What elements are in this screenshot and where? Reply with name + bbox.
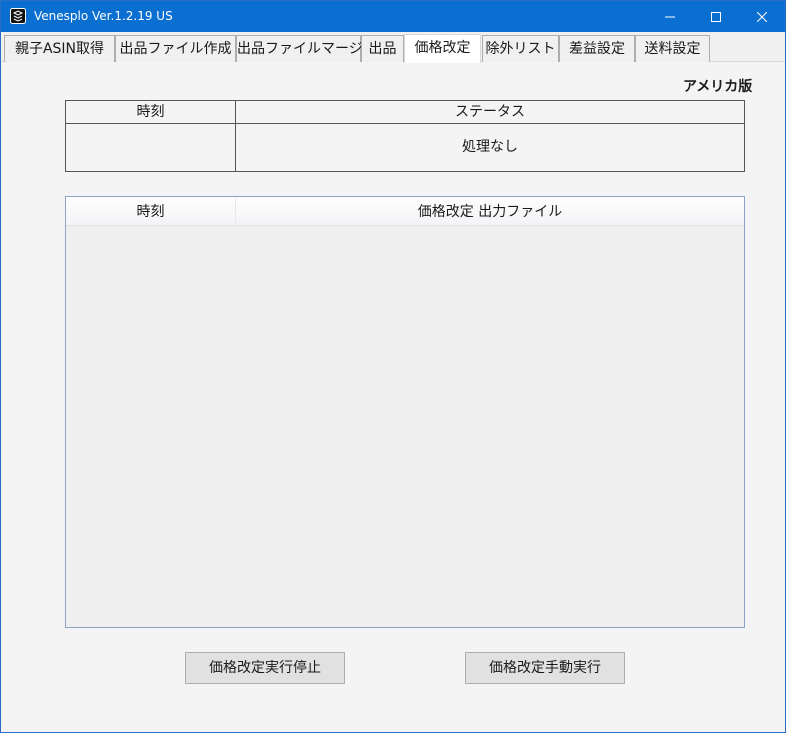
tab-listing-file-create[interactable]: 出品ファイル作成 xyxy=(115,35,236,62)
manual-price-revision-button[interactable]: 価格改定手動実行 xyxy=(465,652,625,684)
tab-parent-asin[interactable]: 親子ASIN取得 xyxy=(4,35,115,62)
tab-price-revision[interactable]: 価格改定 xyxy=(404,34,481,63)
maximize-icon xyxy=(711,11,721,22)
close-button[interactable] xyxy=(739,1,785,32)
tab-shipping-settings[interactable]: 送料設定 xyxy=(635,35,710,62)
list-column-output-file[interactable]: 価格改定 出力ファイル xyxy=(236,197,744,225)
tab-margin-settings[interactable]: 差益設定 xyxy=(559,35,635,62)
list-header: 時刻 価格改定 出力ファイル xyxy=(66,197,744,226)
maximize-button[interactable] xyxy=(693,1,739,32)
tab-listing-file-merge[interactable]: 出品ファイルマージ xyxy=(236,35,363,62)
status-cell-time xyxy=(66,124,236,171)
app-icon xyxy=(10,8,26,24)
output-file-list[interactable]: 時刻 価格改定 出力ファイル xyxy=(65,196,745,628)
tab-exclusion-list[interactable]: 除外リスト xyxy=(482,35,559,62)
status-header-status: ステータス xyxy=(236,101,744,124)
edition-label: アメリカ版 xyxy=(683,79,753,95)
status-header-time: 時刻 xyxy=(66,101,236,124)
app-window: Venesplo Ver.1.2.19 US 親子ASIN取得 出品ファイル作成… xyxy=(0,0,786,733)
tab-listing[interactable]: 出品 xyxy=(361,35,404,62)
status-cell-status: 処理なし xyxy=(462,139,518,155)
minimize-icon xyxy=(665,16,675,17)
window-title: Venesplo Ver.1.2.19 US xyxy=(34,9,173,23)
minimize-button[interactable] xyxy=(647,1,693,32)
status-table: 時刻 ステータス 処理なし xyxy=(65,100,745,172)
close-icon xyxy=(757,11,767,22)
list-column-time[interactable]: 時刻 xyxy=(66,197,236,225)
stop-price-revision-button[interactable]: 価格改定実行停止 xyxy=(185,652,345,684)
title-bar[interactable]: Venesplo Ver.1.2.19 US xyxy=(1,1,785,32)
